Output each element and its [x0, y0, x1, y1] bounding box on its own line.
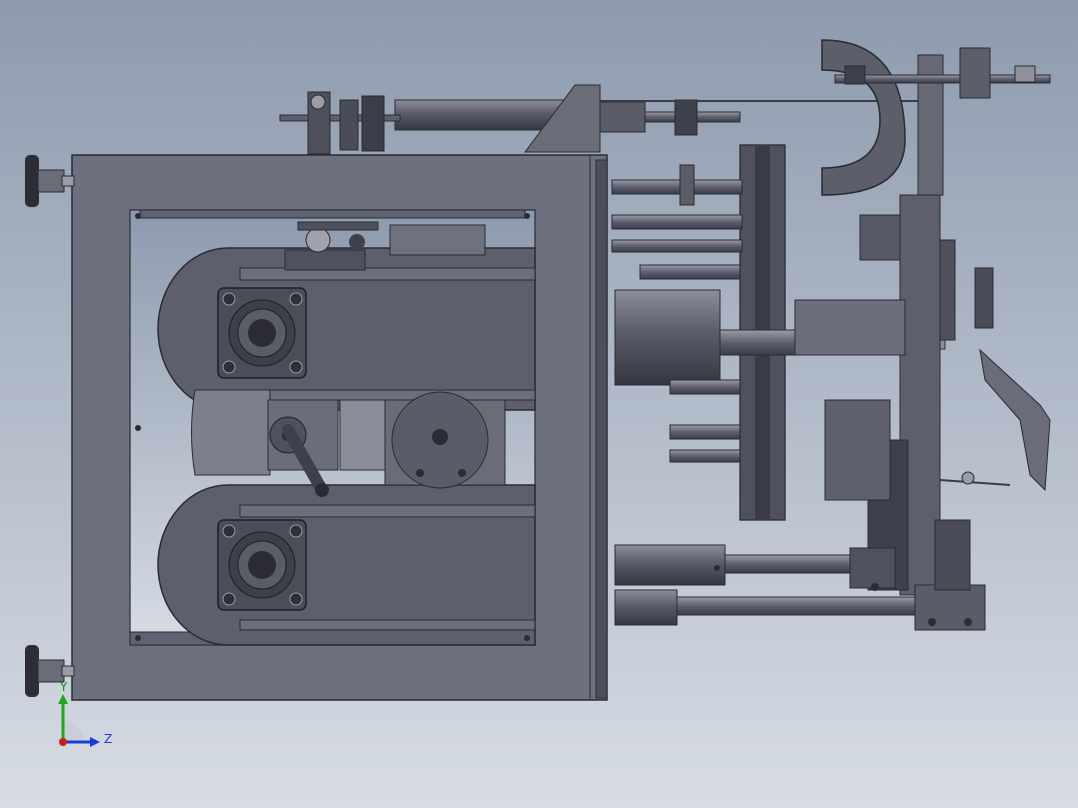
x-axis-dot: [59, 738, 67, 746]
y-axis-arrow: [58, 694, 68, 704]
flywheel[interactable]: [384, 391, 506, 489]
upper-bearing-block[interactable]: [217, 287, 307, 379]
lower-bearing-block[interactable]: [217, 519, 307, 611]
z-axis-label: Z: [104, 732, 113, 746]
z-axis-arrow: [90, 737, 100, 747]
cad-viewport[interactable]: [0, 0, 1078, 808]
lower-belt-housing[interactable]: [157, 484, 536, 646]
y-axis-label: Y: [60, 680, 68, 694]
coordinate-triad: Y Z: [50, 680, 120, 755]
upper-belt-housing[interactable]: [157, 247, 536, 411]
